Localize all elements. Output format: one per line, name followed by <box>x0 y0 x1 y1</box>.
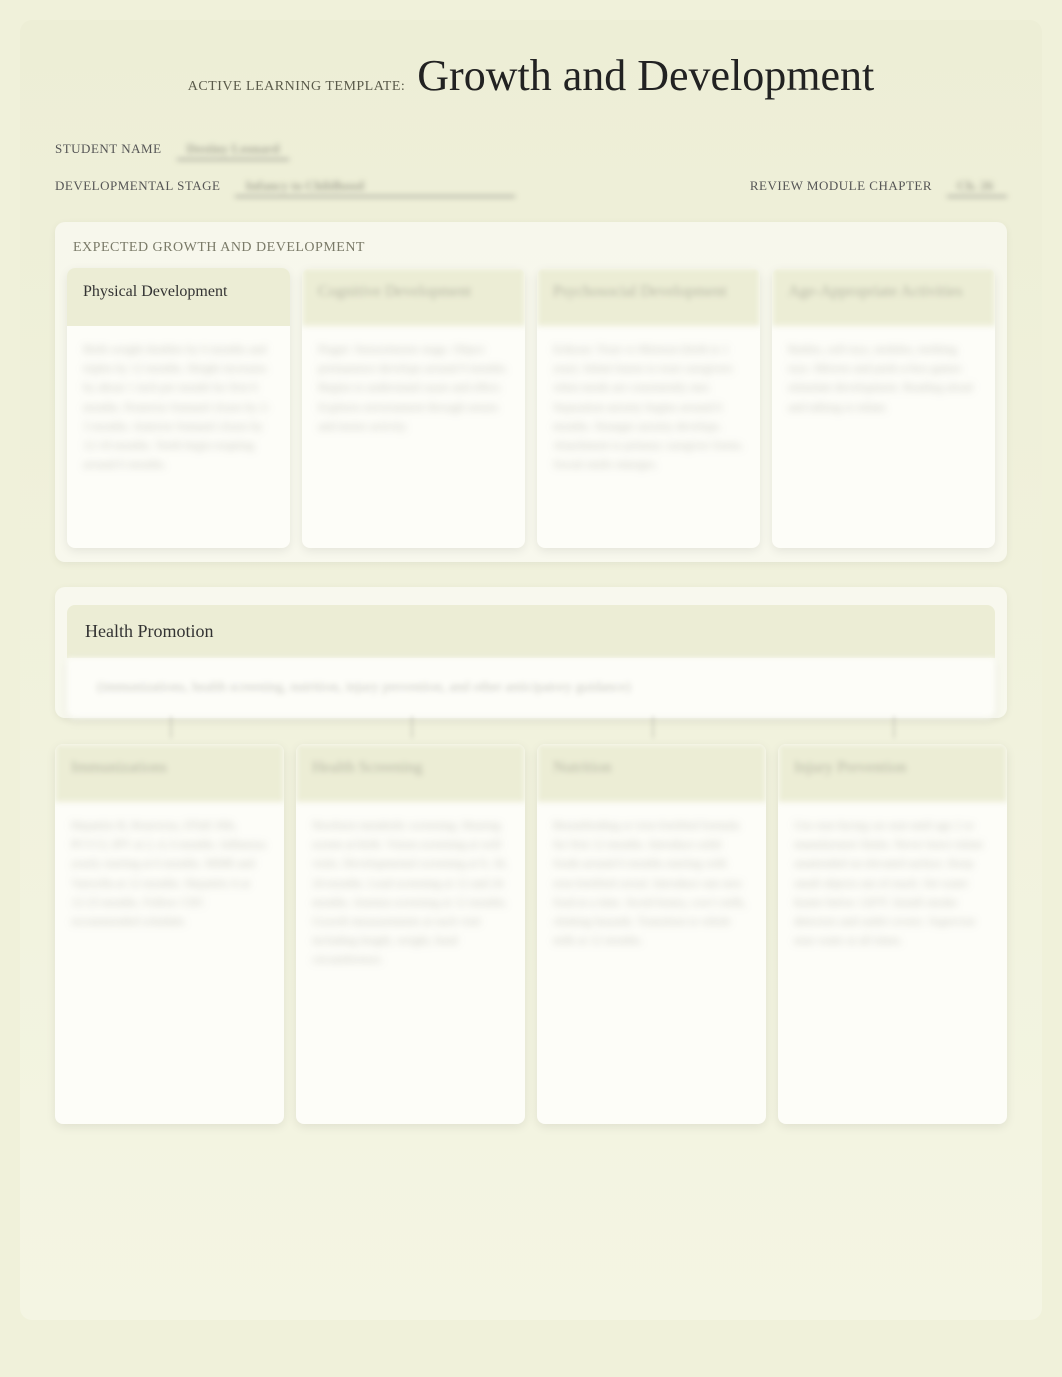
card-header-injury: Injury Prevention <box>778 744 1007 802</box>
card-injury-prevention: Injury Prevention Use rear-facing car se… <box>778 744 1007 1124</box>
card-body-screening: Newborn metabolic screening. Hearing scr… <box>296 802 525 994</box>
header: ACTIVE LEARNING TEMPLATE: Growth and Dev… <box>55 50 1007 116</box>
card-text: Erikson: Trust vs Mistrust (birth to 1 y… <box>553 340 744 474</box>
card-nutrition: Nutrition Breastfeeding or iron-fortifie… <box>537 744 766 1124</box>
cards-row-growth: Physical Development Birth weight double… <box>67 268 995 548</box>
connector <box>55 718 284 736</box>
card-body-cognitive: Piaget: Sensorimotor stage. Object perma… <box>302 326 525 460</box>
card-header-psychosocial: Psychosocial Development <box>537 268 760 326</box>
student-name-label: STUDENT NAME <box>55 141 162 157</box>
card-text: Hepatitis B, Rotavirus, DTaP, Hib, PCV13… <box>71 816 268 931</box>
card-header-screening: Health Screening <box>296 744 525 802</box>
section-heading-growth: EXPECTED GROWTH AND DEVELOPMENT <box>67 240 995 256</box>
document-page: ACTIVE LEARNING TEMPLATE: Growth and Dev… <box>20 20 1042 1320</box>
card-body-activities: Rattles, soft toys, mobiles, teething to… <box>772 326 995 441</box>
connector <box>537 718 766 736</box>
card-cognitive-development: Cognitive Development Piaget: Sensorimot… <box>302 268 525 548</box>
hp-cards-block: Immunizations Hepatitis B, Rotavirus, DT… <box>55 744 1007 1124</box>
card-text: Use rear-facing car seat until age 2 or … <box>794 816 991 950</box>
card-header-nutrition: Nutrition <box>537 744 766 802</box>
connector-row <box>55 718 1007 736</box>
card-text: Breastfeeding or iron-fortified formula … <box>553 816 750 950</box>
card-body-immunizations: Hepatitis B, Rotavirus, DTaP, Hib, PCV13… <box>55 802 284 955</box>
card-header-activities: Age-Appropriate Activities <box>772 268 995 326</box>
cards-row-hp: Immunizations Hepatitis B, Rotavirus, DT… <box>55 744 1007 1124</box>
card-header-immunizations: Immunizations <box>55 744 284 802</box>
student-name-value: Destiny Leonard <box>177 141 290 160</box>
main-title: Growth and Development <box>417 50 874 101</box>
card-header-cognitive: Cognitive Development <box>302 268 525 326</box>
connector <box>778 718 1007 736</box>
review-chapter-label: REVIEW MODULE CHAPTER <box>750 178 932 194</box>
template-label: ACTIVE LEARNING TEMPLATE: <box>188 79 406 95</box>
card-body-physical: Birth weight doubles by 6 months and tri… <box>67 326 290 498</box>
card-body-injury: Use rear-facing car seat until age 2 or … <box>778 802 1007 974</box>
card-health-screening: Health Screening Newborn metabolic scree… <box>296 744 525 1124</box>
info-row-1: STUDENT NAME Destiny Leonard <box>55 141 1007 160</box>
card-psychosocial-development: Psychosocial Development Erikson: Trust … <box>537 268 760 548</box>
card-physical-development: Physical Development Birth weight double… <box>67 268 290 548</box>
section-health-promotion: Health Promotion (immunizations, health … <box>55 587 1007 718</box>
section-expected-growth: EXPECTED GROWTH AND DEVELOPMENT Physical… <box>55 222 1007 562</box>
card-body-nutrition: Breastfeeding or iron-fortified formula … <box>537 802 766 974</box>
card-text: Newborn metabolic screening. Hearing scr… <box>312 816 509 970</box>
card-text: Piaget: Sensorimotor stage. Object perma… <box>318 340 509 436</box>
hp-header: Health Promotion <box>67 605 995 658</box>
info-row-2: DEVELOPMENTAL STAGE Infancy to Childhood… <box>55 178 1007 197</box>
dev-stage-value: Infancy to Childhood <box>235 178 515 197</box>
card-body-psychosocial: Erikson: Trust vs Mistrust (birth to 1 y… <box>537 326 760 498</box>
card-immunizations: Immunizations Hepatitis B, Rotavirus, DT… <box>55 744 284 1124</box>
connector <box>296 718 525 736</box>
card-text: Birth weight doubles by 6 months and tri… <box>83 340 274 474</box>
card-header-physical: Physical Development <box>67 268 290 326</box>
card-text: Rattles, soft toys, mobiles, teething to… <box>788 340 979 417</box>
review-chapter-value: Ch. 26 <box>947 178 1007 197</box>
dev-stage-label: DEVELOPMENTAL STAGE <box>55 178 220 194</box>
card-age-appropriate-activities: Age-Appropriate Activities Rattles, soft… <box>772 268 995 548</box>
hp-tagline: (immunizations, health screening, nutrit… <box>67 658 995 718</box>
